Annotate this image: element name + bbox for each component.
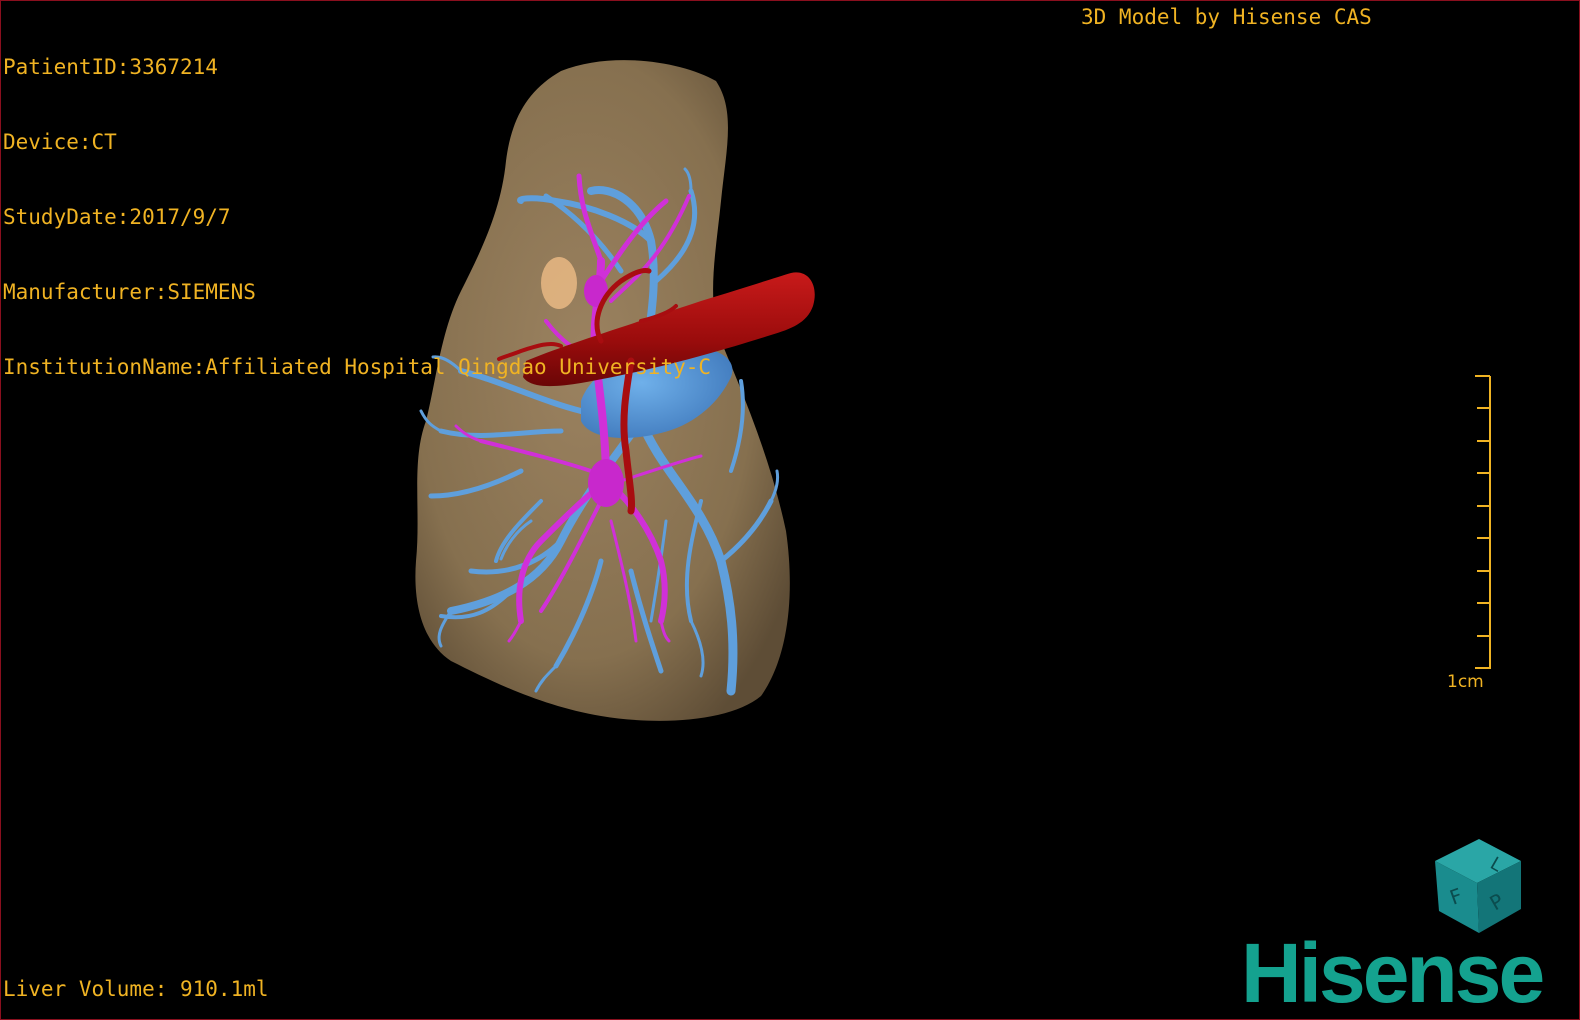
institution-text: InstitutionName:Affiliated Hospital Qing…: [3, 355, 712, 379]
model-credit-text: 3D Model by Hisense CAS: [1081, 5, 1372, 29]
hepatic-vein-confluence: [588, 459, 624, 507]
patient-id-text: PatientID:3367214: [3, 55, 218, 79]
scale-bar-label: 1cm: [1447, 672, 1484, 692]
3d-viewport[interactable]: PatientID:3367214 Device:CT StudyDate:20…: [0, 0, 1580, 1020]
manufacturer-text: Manufacturer:SIEMENS: [3, 280, 256, 304]
hisense-logo: Hisense: [1241, 926, 1545, 1020]
orientation-cube[interactable]: F P L: [1417, 831, 1527, 941]
liver-volume-text: Liver Volume: 910.1ml: [3, 977, 269, 1001]
study-date-text: StudyDate:2017/9/7: [3, 205, 231, 229]
device-text: Device:CT: [3, 130, 117, 154]
scale-bar: [1475, 375, 1491, 669]
patient-info-block: PatientID:3367214 Device:CT StudyDate:20…: [3, 5, 711, 430]
